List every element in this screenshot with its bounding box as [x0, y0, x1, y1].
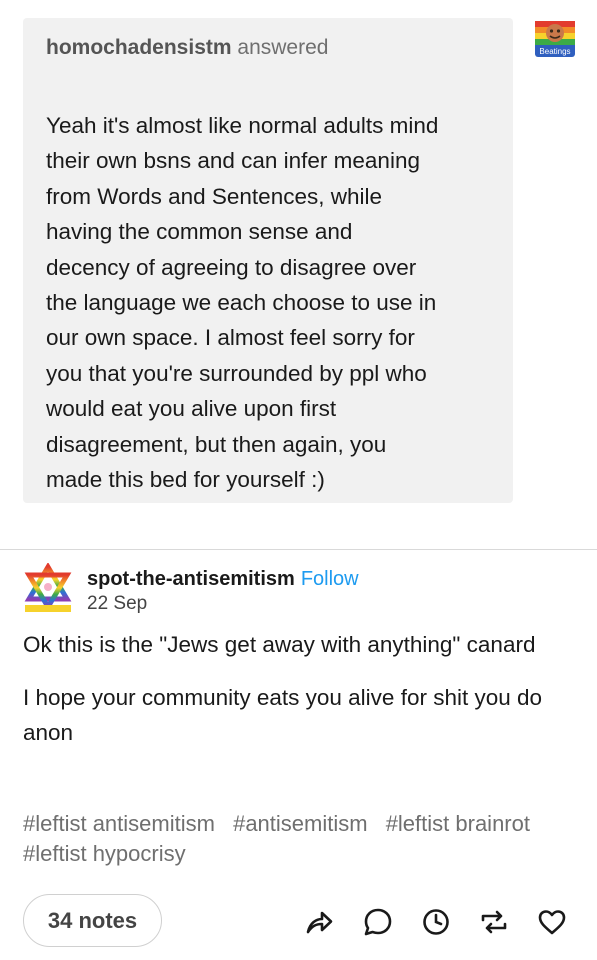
svg-text:Beatings: Beatings — [539, 47, 570, 56]
post-date[interactable]: 22 Sep — [87, 593, 147, 615]
poster-header: spot-the-antisemitism Follow — [87, 568, 359, 591]
answer-line: having the common sense and — [46, 219, 353, 245]
tag-link[interactable]: #leftist antisemitism — [23, 811, 215, 836]
post-paragraph: Ok this is the "Jews get away with anyth… — [23, 632, 536, 657]
answer-line: the language we each choose to use in — [46, 290, 437, 316]
answer-line: disagreement, but then again, you — [46, 431, 387, 457]
reply-icon[interactable] — [361, 905, 395, 939]
answer-line: their own bsns and can infer meaning — [46, 148, 420, 174]
asker-avatar[interactable]: Beatings — [535, 17, 575, 57]
answer-header: homochadensistm answered — [46, 34, 495, 62]
post-body: Ok this is the "Jews get away with anyth… — [23, 627, 583, 768]
answer-line: from Words and Sentences, while — [46, 183, 382, 209]
answer-line: our own space. I almost feel sorry for — [46, 325, 415, 351]
answer-line: would eat you alive upon first — [46, 396, 337, 422]
asker-name[interactable]: homochadensistm — [46, 36, 232, 59]
answer-line: Yeah it's almost like normal adults mind — [46, 113, 439, 138]
like-icon[interactable] — [535, 905, 569, 939]
share-icon[interactable] — [302, 905, 336, 939]
post-paragraph: I hope your community eats you alive for… — [23, 685, 543, 745]
post-tags: #leftist antisemitism #antisemitism #lef… — [23, 809, 583, 869]
answer-line: made this bed for yourself :) — [46, 467, 325, 493]
schedule-icon[interactable] — [419, 905, 453, 939]
poster-avatar[interactable] — [23, 562, 73, 615]
post-divider — [0, 549, 597, 550]
tag-link[interactable]: #leftist hypocrisy — [23, 841, 186, 866]
tag-link[interactable]: #leftist brainrot — [386, 811, 530, 836]
answer-card: homochadensistm answered Yeah it's almos… — [23, 18, 513, 503]
reblog-icon[interactable] — [477, 905, 511, 939]
answered-label: answered — [237, 36, 329, 59]
poster-username[interactable]: spot-the-antisemitism — [87, 568, 295, 590]
notes-button[interactable]: 34 notes — [23, 894, 162, 947]
answer-line: you that you're surrounded by ppl who — [46, 360, 427, 386]
tag-link[interactable]: #antisemitism — [233, 811, 367, 836]
answer-line: decency of agreeing to disagree over — [46, 254, 417, 280]
answer-text: Yeah it's almost like normal adults mind… — [46, 108, 495, 497]
follow-button[interactable]: Follow — [301, 568, 359, 590]
